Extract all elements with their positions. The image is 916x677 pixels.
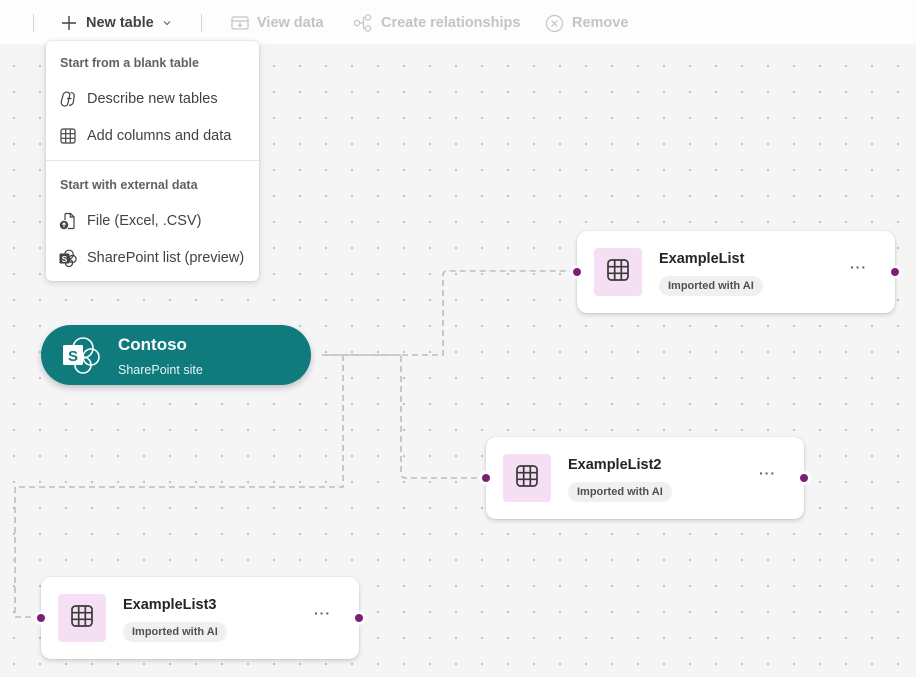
file-upload-icon [58, 211, 78, 231]
connection-port-right[interactable] [888, 265, 902, 279]
dismiss-circle-icon [545, 14, 564, 33]
connection-port-right[interactable] [352, 611, 366, 625]
imported-badge: Imported with AI [568, 482, 672, 502]
relationship-icon [353, 14, 373, 32]
table-node[interactable]: ExampleList3 Imported with AI ··· [34, 577, 366, 659]
new-table-label: New table [86, 15, 154, 31]
table-icon-tile [503, 454, 551, 502]
command-bar: New table View data Create relationships… [0, 0, 916, 44]
toolbar-divider [201, 14, 202, 32]
svg-text:S: S [68, 348, 78, 365]
remove-button[interactable]: Remove [545, 11, 628, 35]
table-name: ExampleList [659, 251, 745, 267]
sharepoint-site-node[interactable]: S Contoso SharePoint site [41, 325, 311, 385]
toolbar-divider [33, 14, 34, 32]
chevron-down-icon [162, 18, 172, 28]
new-table-button[interactable]: New table [60, 11, 172, 35]
menu-item-label: Describe new tables [87, 91, 218, 107]
connection-port-left[interactable] [479, 471, 493, 485]
more-options-button[interactable]: ··· [314, 605, 331, 621]
table-name: ExampleList3 [123, 597, 217, 613]
menu-divider [46, 160, 259, 161]
view-data-label: View data [257, 15, 324, 31]
more-options-button[interactable]: ··· [759, 465, 776, 481]
menu-item-add-columns-and-data[interactable]: Add columns and data [46, 119, 259, 153]
menu-item-sharepoint-list[interactable]: S SharePoint list (preview) [46, 241, 259, 275]
table-grid-icon [606, 258, 630, 287]
table-grid-icon [515, 464, 539, 493]
remove-label: Remove [572, 15, 629, 31]
site-title: Contoso [118, 335, 187, 354]
sharepoint-icon: S [61, 335, 103, 375]
table-name: ExampleList2 [568, 457, 662, 473]
svg-text:S: S [62, 254, 68, 264]
menu-section-header: Start from a blank table [60, 56, 199, 70]
menu-item-label: File (Excel, .CSV) [87, 213, 202, 229]
create-relationships-label: Create relationships [381, 15, 521, 31]
menu-section-header: Start with external data [60, 178, 198, 192]
table-node[interactable]: ExampleList Imported with AI ··· [570, 231, 902, 313]
menu-item-describe-new-tables[interactable]: Describe new tables [46, 82, 259, 116]
view-data-button[interactable]: View data [231, 11, 324, 35]
connection-port-left[interactable] [570, 265, 584, 279]
table-icon-tile [58, 594, 106, 642]
table-node[interactable]: ExampleList2 Imported with AI ··· [479, 437, 811, 519]
menu-item-label: Add columns and data [87, 128, 232, 144]
copilot-icon [58, 89, 78, 109]
table-grid-icon [58, 126, 78, 146]
imported-badge: Imported with AI [123, 622, 227, 642]
imported-badge: Imported with AI [659, 276, 763, 296]
menu-item-label: SharePoint list (preview) [87, 250, 245, 266]
site-subtitle: SharePoint site [118, 363, 203, 377]
connection-port-right[interactable] [797, 471, 811, 485]
table-grid-icon [70, 604, 94, 633]
create-relationships-button[interactable]: Create relationships [353, 11, 520, 35]
new-table-menu: Start from a blank table Describe new ta… [46, 41, 259, 281]
menu-item-file-excel-csv[interactable]: File (Excel, .CSV) [46, 204, 259, 238]
sharepoint-icon: S [58, 248, 78, 268]
connection-port-left[interactable] [34, 611, 48, 625]
more-options-button[interactable]: ··· [850, 259, 867, 275]
plus-icon [60, 14, 78, 32]
view-data-icon [231, 15, 249, 31]
table-icon-tile [594, 248, 642, 296]
